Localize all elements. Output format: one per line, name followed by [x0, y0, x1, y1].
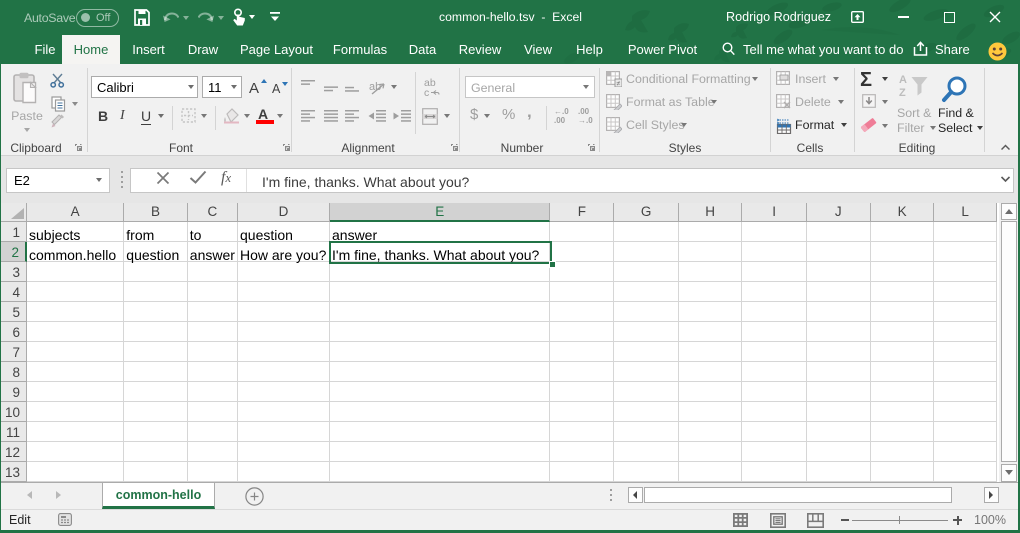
svg-text:A: A: [899, 74, 907, 86]
svg-text:Z: Z: [899, 87, 906, 97]
svg-text:c: c: [424, 87, 429, 97]
svg-text:A: A: [249, 80, 259, 95]
svg-text:A: A: [272, 82, 281, 95]
svg-text:≠: ≠: [617, 81, 621, 88]
